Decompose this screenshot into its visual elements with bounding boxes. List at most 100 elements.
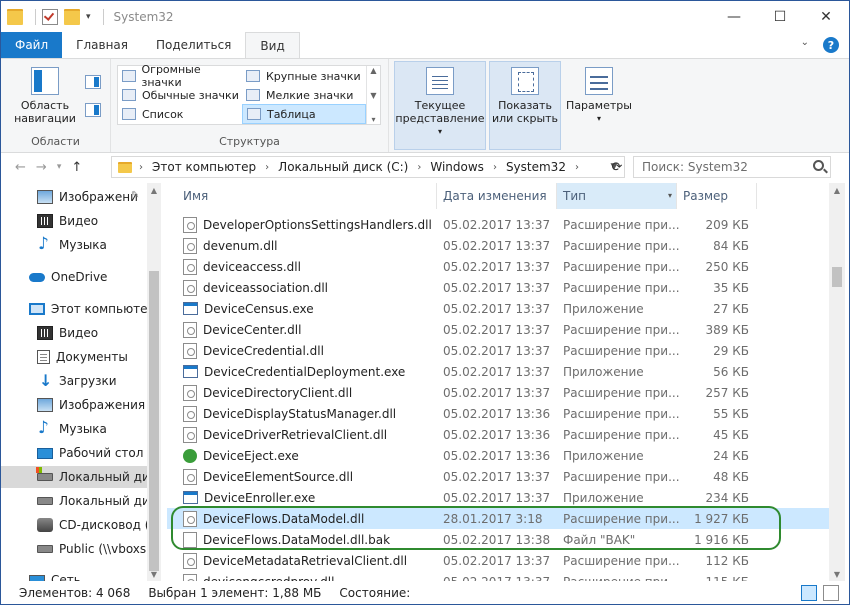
chevron-down-icon[interactable]: ▼ bbox=[370, 91, 376, 100]
nav-item-video-quick[interactable]: Видео bbox=[1, 210, 147, 232]
nav-item-pictures-quick[interactable]: Изображени ✎ bbox=[1, 186, 147, 208]
help-icon[interactable]: ? bbox=[823, 37, 839, 53]
table-row[interactable]: DeviceCensus.exe 05.02.2017 13:37 Приложен… bbox=[167, 298, 829, 319]
layout-small-icons[interactable]: Мелкие значки bbox=[242, 85, 366, 105]
maximize-button[interactable]: ☐ bbox=[757, 1, 803, 32]
pin-icon[interactable]: ✎ bbox=[131, 190, 139, 201]
file-size: 84 КБ bbox=[713, 238, 749, 253]
address-bar[interactable]: › Этот компьютер › Локальный диск (C:) ›… bbox=[111, 156, 625, 178]
refresh-icon[interactable]: ⟳ bbox=[607, 156, 627, 178]
navigation-pane-scrollbar[interactable]: ▲ ▼ bbox=[147, 183, 161, 581]
large-icons-view-icon[interactable] bbox=[823, 585, 839, 601]
table-row[interactable]: DeviceMetadataRetrievalClient.dll 05.02.2… bbox=[167, 550, 829, 571]
layout-extra-large-icons[interactable]: Огромные значки bbox=[118, 63, 240, 89]
chevron-right-icon[interactable]: › bbox=[572, 162, 582, 173]
minimize-button[interactable]: — bbox=[711, 1, 757, 32]
table-row[interactable]: devicengccredprov.dll 05.02.2017 13:37Рас… bbox=[167, 571, 829, 581]
layout-large-icons[interactable]: Крупные значки bbox=[242, 66, 366, 86]
nav-item-local-disk-d[interactable]: Локальный дис bbox=[1, 490, 147, 512]
table-row[interactable]: DeviceDisplayStatusManager.dll 05.02.2017… bbox=[167, 403, 829, 424]
table-row[interactable]: deviceassociation.dll 05.02.2017 13:37 Рас… bbox=[167, 277, 829, 298]
breadcrumb-local-disk[interactable]: Локальный диск (C:) bbox=[272, 160, 414, 174]
recent-locations-icon[interactable]: ▾ bbox=[57, 162, 62, 172]
file-list-scrollbar[interactable]: ▲ ▼ bbox=[829, 183, 845, 581]
details-view-icon[interactable] bbox=[801, 585, 817, 601]
new-folder-icon[interactable] bbox=[64, 8, 80, 25]
chevron-right-icon[interactable]: › bbox=[136, 162, 146, 173]
layout-medium-icons[interactable]: Обычные значки bbox=[118, 85, 240, 105]
table-row[interactable]: DeviceCredential.dll 05.02.2017 13:37 Расш… bbox=[167, 340, 829, 361]
nav-item-pictures[interactable]: Изображения bbox=[1, 394, 147, 416]
nav-item-music[interactable]: Музыка bbox=[1, 418, 147, 440]
table-row[interactable]: DeviceEnroller.exe 05.02.2017 13:37 Прилож… bbox=[167, 487, 829, 508]
column-type[interactable]: Тип ▾ bbox=[557, 183, 677, 209]
column-name[interactable]: Имя bbox=[177, 183, 437, 209]
nav-item-music-quick[interactable]: Музыка bbox=[1, 234, 147, 256]
scrollbar-thumb[interactable] bbox=[832, 267, 842, 287]
navigation-pane-button[interactable]: Область навигации bbox=[9, 67, 81, 125]
nav-item-downloads[interactable]: Загрузки bbox=[1, 370, 147, 392]
scroll-down-icon[interactable]: ▼ bbox=[147, 567, 161, 581]
breadcrumb-this-pc[interactable]: Этот компьютер bbox=[146, 160, 262, 174]
up-arrow-icon[interactable]: ↑ bbox=[71, 160, 82, 175]
search-input[interactable]: Поиск: System32 bbox=[633, 156, 831, 178]
breadcrumb-windows[interactable]: Windows bbox=[424, 160, 490, 174]
nav-item-this-pc[interactable]: Этот компьютер bbox=[1, 298, 147, 320]
dll-file-icon bbox=[183, 321, 197, 338]
file-name: DeviceMetadataRetrievalClient.dll bbox=[203, 553, 408, 568]
layout-list[interactable]: Список bbox=[118, 104, 240, 124]
table-row[interactable]: DeviceCenter.dll 05.02.2017 13:37 Расширен… bbox=[167, 319, 829, 340]
table-row[interactable]: DeviceDirectoryClient.dll 05.02.2017 13:3… bbox=[167, 382, 829, 403]
layout-gallery-scroll[interactable]: ▲ ▼ ▾ bbox=[366, 66, 380, 124]
properties-icon[interactable] bbox=[42, 8, 58, 25]
expand-gallery-icon[interactable]: ▾ bbox=[371, 115, 375, 124]
chevron-right-icon[interactable]: › bbox=[490, 162, 500, 173]
column-size[interactable]: Размер bbox=[677, 183, 757, 209]
chevron-up-icon[interactable]: ▲ bbox=[370, 66, 376, 75]
show-hide-button[interactable]: Показать или скрыть bbox=[489, 67, 561, 125]
file-size: 112 КБ bbox=[705, 553, 749, 568]
desktop-icon bbox=[37, 447, 53, 459]
nav-item-cd-drive[interactable]: CD-дисковод (E bbox=[1, 514, 147, 536]
tab-view[interactable]: Вид bbox=[245, 32, 300, 59]
filter-dropdown-icon[interactable]: ▾ bbox=[668, 191, 672, 200]
close-button[interactable]: ✕ bbox=[803, 1, 849, 32]
scrollbar-thumb[interactable] bbox=[149, 271, 159, 571]
nav-item-network[interactable]: Сеть bbox=[1, 569, 147, 581]
chevron-right-icon[interactable]: › bbox=[414, 162, 424, 173]
table-row[interactable]: DeviceFlows.DataModel.dll 28.01.2017 3:18… bbox=[167, 508, 829, 529]
nav-item-desktop[interactable]: Рабочий стол bbox=[1, 442, 147, 464]
current-view-button[interactable]: Текущее представление ▾ bbox=[395, 67, 485, 138]
nav-item-public-share[interactable]: Public (\\vboxsr bbox=[1, 538, 147, 560]
table-row[interactable]: DeviceCredentialDeployment.exe 05.02.2017… bbox=[167, 361, 829, 382]
nav-item-local-disk-c[interactable]: Локальный дис bbox=[1, 466, 147, 488]
nav-item-onedrive[interactable]: OneDrive bbox=[1, 266, 147, 288]
table-row[interactable]: DeviceDriverRetrievalClient.dll 05.02.201… bbox=[167, 424, 829, 445]
scroll-up-icon[interactable]: ▲ bbox=[147, 183, 161, 197]
nav-item-video[interactable]: Видео bbox=[1, 322, 147, 344]
forward-arrow-icon[interactable]: → bbox=[36, 160, 47, 175]
customize-qa-icon[interactable]: ▾ bbox=[86, 12, 91, 22]
tab-file[interactable]: Файл bbox=[1, 32, 63, 58]
breadcrumb-system32[interactable]: System32 bbox=[500, 160, 572, 174]
chevron-right-icon[interactable]: › bbox=[262, 162, 272, 173]
preview-pane-icon[interactable] bbox=[85, 75, 101, 89]
scroll-up-icon[interactable]: ▲ bbox=[829, 183, 845, 197]
table-row[interactable]: DeveloperOptionsSettingsHandlers.dll 05.0… bbox=[167, 214, 829, 235]
file-name: DeviceCredentialDeployment.exe bbox=[204, 364, 406, 379]
tab-home[interactable]: Главная bbox=[62, 32, 142, 58]
table-row[interactable]: deviceaccess.dll 05.02.2017 13:37 Расширен… bbox=[167, 256, 829, 277]
table-row[interactable]: DeviceFlows.DataModel.dll.bak 05.02.2017 … bbox=[167, 529, 829, 550]
scroll-down-icon[interactable]: ▼ bbox=[829, 567, 845, 581]
options-button[interactable]: Параметры ▾ bbox=[564, 67, 634, 125]
table-row[interactable]: DeviceEject.exe 05.02.2017 13:36 Приложени… bbox=[167, 445, 829, 466]
table-row[interactable]: DeviceElementSource.dll 05.02.2017 13:37 Р… bbox=[167, 466, 829, 487]
back-arrow-icon[interactable]: ← bbox=[15, 160, 26, 175]
table-row[interactable]: devenum.dll 05.02.2017 13:37 Расширение пр… bbox=[167, 235, 829, 256]
layout-details[interactable]: Таблица bbox=[242, 104, 366, 124]
tab-share[interactable]: Поделиться bbox=[142, 32, 245, 58]
column-date[interactable]: Дата изменения bbox=[437, 183, 557, 209]
ribbon-collapse-icon[interactable]: ⌄ bbox=[801, 37, 809, 53]
details-pane-icon[interactable] bbox=[85, 103, 101, 117]
nav-item-documents[interactable]: Документы bbox=[1, 346, 147, 368]
